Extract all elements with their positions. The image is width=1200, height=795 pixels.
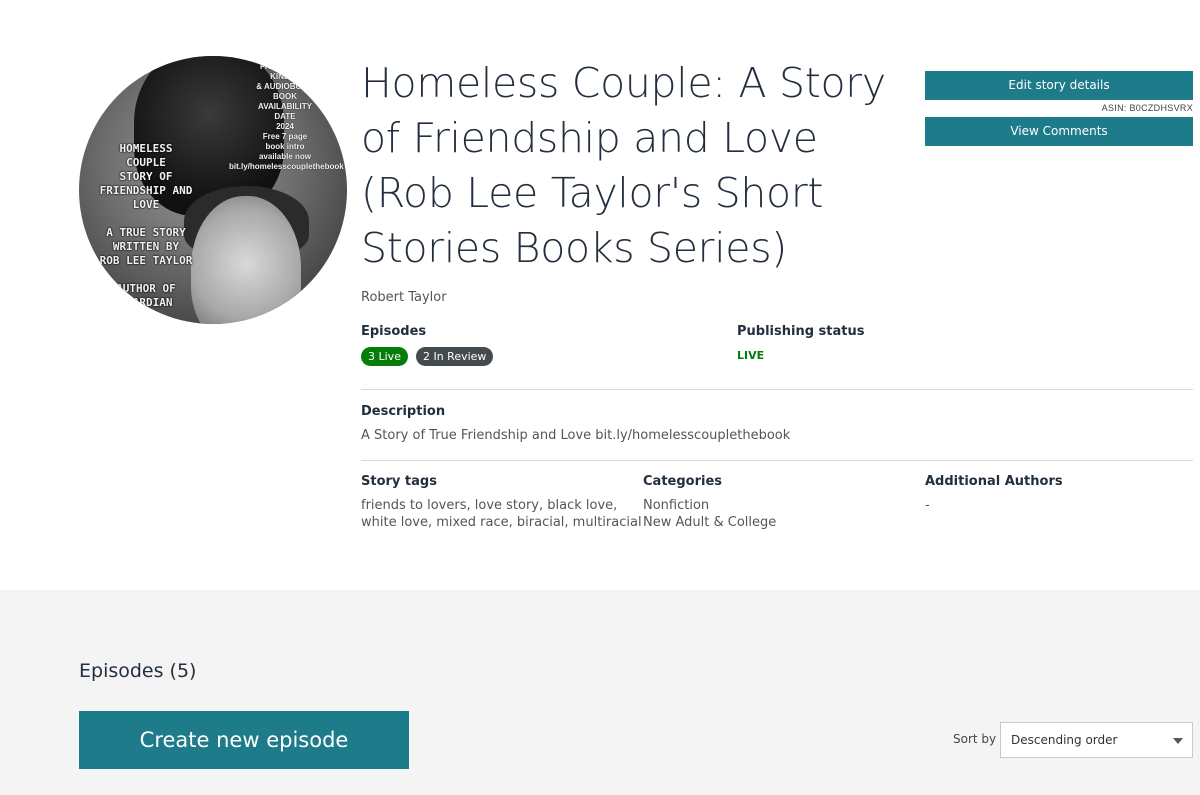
divider [361, 389, 1193, 390]
additional-authors-label: Additional Authors [925, 474, 1063, 489]
description-text: A Story of True Friendship and Love bit.… [361, 428, 791, 443]
story-tags-value: friends to lovers, love story, black lov… [361, 498, 642, 530]
description-label: Description [361, 404, 446, 419]
sort-order-value: Descending order [1011, 733, 1118, 747]
live-count-badge: 3 Live [361, 347, 408, 366]
episode-status-badges: 3 Live 2 In Review [361, 347, 494, 366]
story-title: Homeless Couple: A Story of Friendship a… [361, 59, 886, 272]
create-new-episode-button[interactable]: Create new episode [79, 711, 409, 769]
additional-authors-value: - [925, 498, 930, 513]
episodes-heading: Episodes (5) [79, 660, 197, 682]
cover-title-text: HOMELESS COUPLE STORY OF FRIENDSHIP AND … [99, 142, 193, 211]
cover-availability-text: PAPERBACK KINDLE & AUDIOBOOK BOOK AVAILA… [229, 62, 344, 171]
episodes-section: Episodes (5) Create new episode Sort by … [0, 590, 1200, 795]
chevron-down-icon [1173, 738, 1183, 744]
in-review-count-badge: 2 In Review [415, 347, 494, 366]
story-actions: Edit story details ASIN: B0CZDHSVRX View… [925, 71, 1193, 146]
story-tags-label: Story tags [361, 474, 437, 489]
story-cover-image: HOMELESS COUPLE STORY OF FRIENDSHIP AND … [79, 56, 347, 324]
categories-label: Categories [643, 474, 723, 489]
edit-story-details-button[interactable]: Edit story details [925, 71, 1193, 100]
story-header: HOMELESS COUPLE STORY OF FRIENDSHIP AND … [0, 0, 1200, 590]
publishing-status-label: Publishing status [737, 324, 865, 339]
categories-section: Categories Nonfiction New Adult & Colleg… [643, 474, 776, 531]
view-comments-button[interactable]: View Comments [925, 117, 1193, 146]
publishing-status-value: LIVE [737, 349, 765, 362]
story-author: Robert Taylor [361, 290, 447, 305]
categories-value: Nonfiction New Adult & College [643, 498, 777, 530]
asin-label: ASIN: B0CZDHSVRX [925, 100, 1193, 117]
additional-authors-section: Additional Authors - [925, 474, 1063, 514]
asin-value: ASIN: B0CZDHSVRX [1101, 103, 1193, 113]
divider [361, 460, 1193, 461]
sort-order-select[interactable]: Descending order [1000, 722, 1193, 758]
story-tags-section: Story tags friends to lovers, love story… [361, 474, 642, 531]
cover-figure-woman [191, 196, 301, 324]
episodes-label: Episodes [361, 324, 427, 339]
cover-author-text: A TRUE STORY WRITTEN BY ROB LEE TAYLOR A… [99, 226, 193, 309]
sort-by-label: Sort by [953, 732, 997, 746]
